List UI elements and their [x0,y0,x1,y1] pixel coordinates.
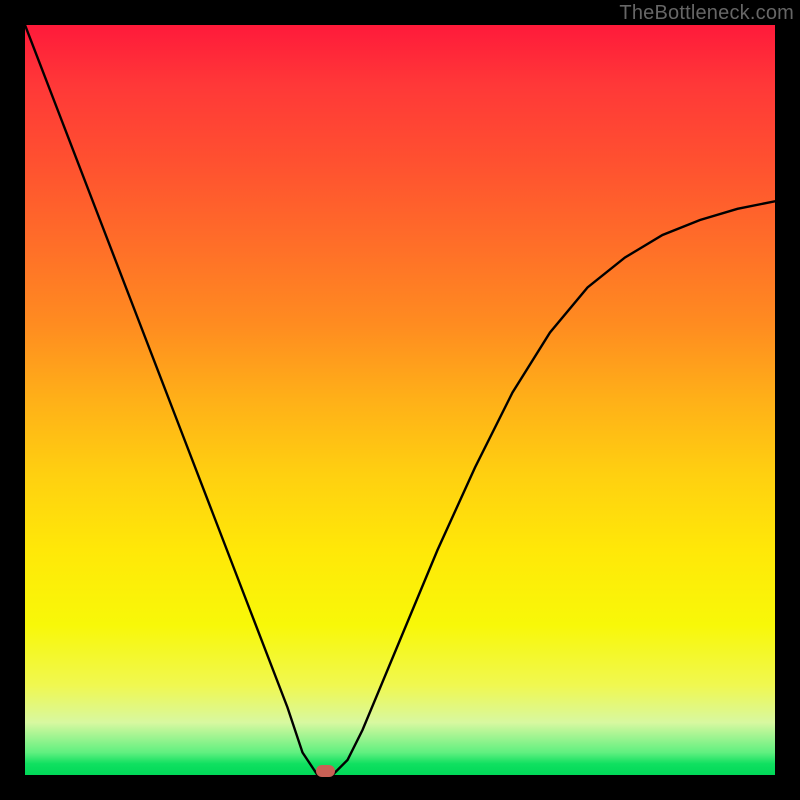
watermark-text: TheBottleneck.com [619,2,794,25]
bottleneck-curve [25,25,775,775]
minimum-marker [316,765,335,777]
curve-path [25,25,775,775]
